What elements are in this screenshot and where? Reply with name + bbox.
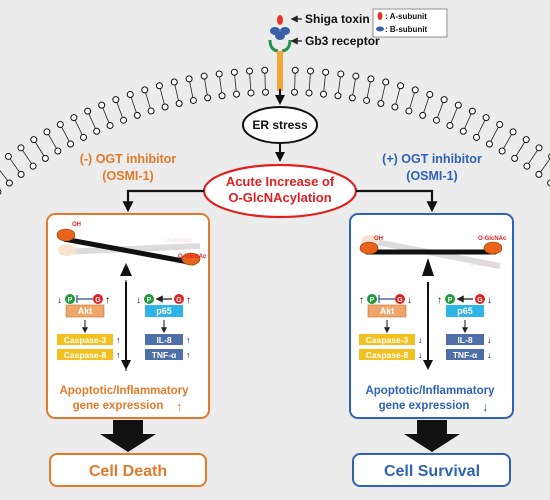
right-akt-p: P — [370, 297, 375, 304]
left-caspase3-label: Caspase-3 — [64, 335, 107, 345]
svg-text:↓: ↓ — [482, 399, 489, 414]
left-expression-line1: Apoptotic/Inflammatory — [59, 385, 189, 397]
shiga-toxin-label: Shiga toxin — [305, 12, 370, 26]
right-tnf-label: TNF-α — [453, 350, 478, 360]
svg-text:↑: ↑ — [437, 295, 442, 306]
left-heading-inhibitor: (-) OGT inhibitor — [80, 152, 177, 166]
svg-text:↑: ↑ — [359, 295, 364, 306]
a-subunit-icon — [377, 12, 383, 20]
left-outcome-arrow — [100, 420, 156, 452]
left-p65-p: P — [147, 297, 152, 304]
arrow-left-branch — [122, 189, 204, 213]
right-p65-g: G — [477, 297, 483, 304]
left-oglcnac-label: O-GlcNAc — [178, 254, 207, 260]
svg-text:↓: ↓ — [57, 295, 62, 306]
left-p65-label: p65 — [156, 306, 172, 316]
acute-increase-label: Acute Increase of — [226, 174, 335, 189]
right-expression-line2: gene expression — [379, 400, 470, 412]
diagram-canvas: Shiga toxin Gb3 receptor : A-subunit : B… — [0, 8, 550, 487]
left-caspase8-label: Caspase-8 — [64, 350, 107, 360]
arrow-right-branch — [356, 189, 438, 213]
cell-survival-label: Cell Survival — [384, 463, 480, 480]
right-oglcnac-weight — [483, 241, 503, 255]
svg-text:↑: ↑ — [186, 335, 191, 345]
left-p65-g: G — [176, 297, 182, 304]
svg-text:↓: ↓ — [418, 350, 423, 360]
right-oh-weight — [359, 241, 379, 255]
svg-text:↑: ↑ — [186, 350, 191, 360]
right-p65-p: P — [448, 297, 453, 304]
left-panel: O-GlcNAc OH O-GlcNAc ↓ P G ↑ Akt Caspase… — [46, 213, 210, 419]
right-oh-label: OH — [374, 236, 383, 242]
left-oh-weight — [56, 228, 76, 242]
svg-text:↓: ↓ — [487, 295, 492, 306]
svg-text:↑: ↑ — [105, 295, 110, 306]
svg-text:↓: ↓ — [407, 295, 412, 306]
cell-death-label: Cell Death — [89, 463, 167, 480]
svg-text:↑: ↑ — [186, 295, 191, 306]
oglcnacylation-label: O-GlcNAcylation — [228, 190, 331, 205]
left-expression-line2: gene expression — [73, 400, 164, 412]
er-stress-label: ER stress — [252, 118, 308, 132]
right-caspase8-label: Caspase-8 — [366, 350, 409, 360]
right-panel: O-GlcNAc OH O-GlcNAc ↑ P G ↓ Akt Caspase… — [349, 213, 514, 419]
a-subunit-label: : A-subunit — [385, 12, 427, 21]
left-il8-label: IL-8 — [156, 335, 171, 345]
right-outcome-arrow — [404, 420, 460, 452]
gb3-receptor-icon — [268, 39, 292, 91]
left-oh-label: OH — [72, 222, 81, 228]
right-akt-label: Akt — [380, 306, 395, 316]
left-faded-oglcnac-label: O-GlcNAc — [165, 238, 192, 244]
right-heading-osmi: (OSMI-1) — [406, 169, 457, 183]
right-expression-line1: Apoptotic/Inflammatory — [365, 385, 495, 397]
svg-text:↑: ↑ — [116, 335, 121, 345]
right-oglcnac-label: O-GlcNAc — [478, 236, 507, 242]
right-p65-label: p65 — [457, 306, 473, 316]
gb3-receptor-label: Gb3 receptor — [305, 34, 380, 48]
right-heading-inhibitor: (+) OGT inhibitor — [382, 152, 482, 166]
svg-text:↓: ↓ — [487, 350, 492, 360]
left-akt-g: G — [95, 297, 101, 304]
svg-text:↓: ↓ — [487, 335, 492, 345]
b-subunit-icon — [376, 26, 384, 32]
svg-text:↓: ↓ — [136, 295, 141, 306]
left-akt-p: P — [68, 297, 73, 304]
svg-text:↑: ↑ — [116, 350, 121, 360]
left-akt-label: Akt — [78, 306, 93, 316]
right-caspase3-label: Caspase-3 — [366, 335, 409, 345]
svg-text:↑: ↑ — [176, 399, 183, 414]
b-subunit-label: : B-subunit — [385, 25, 428, 34]
right-il8-label: IL-8 — [457, 335, 472, 345]
right-akt-g: G — [397, 297, 403, 304]
subunit-legend: : A-subunit : B-subunit — [372, 8, 448, 38]
right-faded-oglcnac-label: O-GlcNAc — [470, 262, 497, 268]
left-heading-osmi: (OSMI-1) — [102, 169, 153, 183]
svg-text:↓: ↓ — [418, 335, 423, 345]
left-tnf-label: TNF-α — [152, 350, 177, 360]
shiga-toxin-icon — [270, 15, 290, 40]
